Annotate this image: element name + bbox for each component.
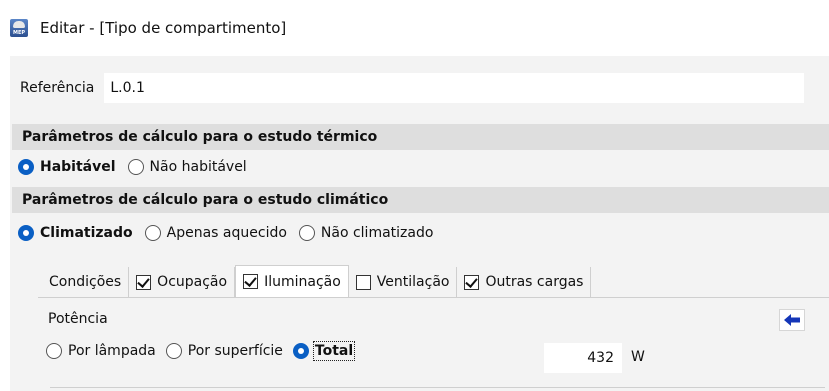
tab-condicoes[interactable]: Condições [42, 267, 130, 297]
radio-climatizado[interactable]: Climatizado [18, 225, 133, 241]
title-bar: MEP Editar - [Tipo de compartimento] [0, 0, 829, 56]
radio-unchecked-indicator [165, 343, 182, 359]
tab-checkbox-ocupacao[interactable] [136, 274, 152, 290]
radio-label: Climatizado [40, 225, 133, 241]
radio-checked-indicator [18, 159, 34, 175]
thermal-options: Habitável Não habitável [10, 152, 259, 182]
radio-label: Por lâmpada [68, 343, 156, 359]
tab-ventilacao[interactable]: Ventilação [348, 267, 458, 297]
left-arrow-icon [784, 314, 800, 326]
tab-label: Iluminação [264, 273, 341, 290]
reference-row: Referência L.0.1 [10, 68, 829, 108]
radio-habitavel[interactable]: Habitável [18, 159, 116, 175]
tab-label: Ocupação [157, 274, 228, 290]
power-unit-label: W [631, 349, 645, 365]
climatic-options: Climatizado Apenas aquecido Não climatiz… [10, 216, 445, 250]
climatic-section-header: Parâmetros de cálculo para o estudo clim… [12, 187, 829, 213]
power-mode-options: Por lâmpada Por superfície Total [46, 341, 363, 361]
app-icon-text: MEP [12, 30, 26, 36]
reference-input[interactable]: L.0.1 [104, 73, 805, 103]
reference-label: Referência [20, 80, 95, 96]
tab-ocupacao[interactable]: Ocupação [129, 267, 236, 297]
potencia-label: Potência [48, 311, 108, 327]
power-value-input[interactable]: 432 [544, 343, 622, 373]
tab-label: Ventilação [376, 274, 450, 290]
tab-checkbox-ventilacao[interactable] [355, 274, 371, 290]
iluminacao-tab-content: Potência Por lâmpada Por superfície Tota… [38, 297, 829, 391]
radio-label: Não climatizado [320, 225, 434, 241]
window-title: Editar - [Tipo de compartimento] [40, 19, 287, 37]
radio-nao-climatizado[interactable]: Não climatizado [298, 225, 434, 241]
app-icon: MEP [10, 19, 28, 37]
radio-unchecked-indicator [46, 343, 62, 359]
radio-checked-indicator [18, 225, 34, 241]
back-button[interactable] [779, 309, 805, 331]
radio-por-superficie[interactable]: Por superfície [165, 343, 283, 359]
radio-por-lampada[interactable]: Por lâmpada [46, 343, 156, 359]
dialog-body: Referência L.0.1 Parâmetros de cálculo p… [10, 56, 829, 391]
tab-label: Outras cargas [485, 274, 584, 290]
tab-checkbox-iluminacao[interactable] [243, 274, 259, 289]
radio-apenas-aquecido[interactable]: Apenas aquecido [144, 225, 287, 241]
radio-label: Por superfície [187, 343, 283, 359]
radio-nao-habitavel[interactable]: Não habitável [127, 159, 247, 175]
radio-unchecked-indicator [127, 159, 144, 175]
tab-label: Condições [49, 274, 122, 290]
tab-strip: Condições Ocupação Iluminação Ventilação… [42, 265, 592, 297]
tab-iluminacao[interactable]: Iluminação [235, 265, 349, 297]
radio-unchecked-indicator [144, 225, 161, 241]
divider [50, 387, 825, 388]
radio-label: Não habitável [149, 159, 247, 175]
radio-label: Total [312, 341, 356, 361]
radio-total[interactable]: Total [292, 341, 356, 361]
radio-unchecked-indicator [298, 225, 315, 241]
divider [38, 297, 829, 298]
radio-label: Habitável [40, 159, 116, 175]
thermal-section-header: Parâmetros de cálculo para o estudo térm… [12, 124, 829, 150]
tab-outras-cargas[interactable]: Outras cargas [457, 267, 592, 297]
tab-checkbox-outras-cargas[interactable] [464, 274, 480, 290]
radio-label: Apenas aquecido [166, 225, 287, 241]
radio-checked-indicator [292, 343, 309, 359]
